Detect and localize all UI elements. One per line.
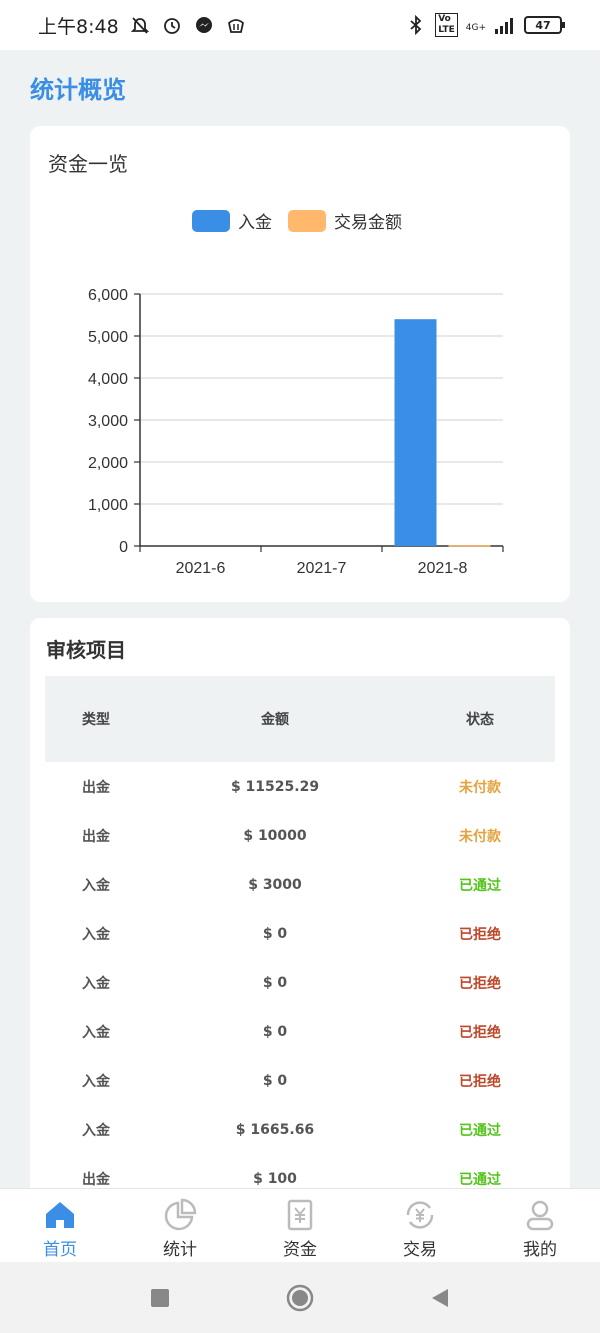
- battery-indicator: 47: [524, 16, 565, 34]
- review-items-card: 审核项目 类型 金额 状态 出金 $ 11525.29 未付款 出金 $ 10000 未付…: [30, 618, 570, 1238]
- row-type: 入金: [82, 926, 110, 943]
- row-type: 入金: [82, 877, 110, 894]
- row-status: 已通过: [459, 877, 501, 894]
- tab-home[interactable]: 首页: [0, 1189, 120, 1262]
- tab-label-profile: 我的: [523, 1240, 557, 1260]
- signal-icon: [494, 14, 516, 36]
- row-status: 未付款: [459, 779, 501, 796]
- bar-deposit[interactable]: [394, 319, 437, 546]
- table-row[interactable]: 出金 $ 11525.29 未付款: [45, 762, 555, 811]
- y-tick-label: 2,000: [88, 455, 128, 472]
- x-tick-label: 2021-8: [418, 560, 468, 577]
- row-amount: $ 0: [262, 925, 288, 942]
- table-row[interactable]: 出金 $ 10000 未付款: [45, 811, 555, 860]
- tab-label-trade: 交易: [403, 1240, 437, 1260]
- tab-label-statistics: 统计: [163, 1240, 197, 1260]
- user-icon: [526, 1200, 554, 1231]
- y-tick-label: 3,000: [88, 413, 128, 430]
- review-table: 类型 金额 状态 出金 $ 11525.29 未付款 出金 $ 10000 未付款 入金 $ …: [45, 676, 555, 1203]
- y-tick-label: 6,000: [88, 287, 128, 304]
- table-row[interactable]: 入金 $ 1665.66 已通过: [45, 1105, 555, 1154]
- page-title: 统计概览: [30, 76, 126, 104]
- home-icon: [46, 1202, 74, 1228]
- tab-funds[interactable]: 资金: [240, 1189, 360, 1262]
- back-button[interactable]: [420, 1278, 460, 1318]
- messenger-icon: [193, 14, 215, 36]
- pie-chart-icon: [164, 1198, 197, 1231]
- alarm-icon: [161, 14, 183, 36]
- table-row[interactable]: 入金 $ 0 已拒绝: [45, 958, 555, 1007]
- review-card-title: 审核项目: [46, 638, 126, 662]
- app-notification-icon: [225, 14, 247, 36]
- fund-overview-card: 资金一览 入金 交易金额 0 1,000 2,000 3,000 4,000 5,000 6…: [30, 126, 570, 602]
- exchange-yuan-icon: [406, 1201, 434, 1229]
- system-nav-bar: [0, 1262, 600, 1333]
- back-triangle-icon: [432, 1288, 448, 1307]
- row-amount: $ 1665.66: [235, 1121, 315, 1138]
- table-row[interactable]: 入金 $ 0 已拒绝: [45, 1007, 555, 1056]
- tab-profile[interactable]: 我的: [480, 1189, 600, 1262]
- row-status: 已拒绝: [459, 926, 501, 943]
- row-status: 已拒绝: [459, 1024, 501, 1041]
- header-amount: 金额: [261, 712, 289, 728]
- tab-statistics[interactable]: 统计: [120, 1189, 240, 1262]
- row-type: 出金: [82, 779, 110, 796]
- row-type: 入金: [82, 1073, 110, 1090]
- row-amount: $ 10000: [243, 827, 307, 844]
- y-tick-label: 5,000: [88, 329, 128, 346]
- row-amount: $ 11525.29: [230, 778, 320, 795]
- row-status: 未付款: [459, 828, 501, 845]
- tab-trade[interactable]: 交易: [360, 1189, 480, 1262]
- table-row[interactable]: 入金 $ 3000 已通过: [45, 860, 555, 909]
- row-type: 入金: [82, 1122, 110, 1139]
- x-tick-label: 2021-7: [297, 560, 347, 577]
- row-status: 已通过: [459, 1122, 501, 1139]
- network-type: 4G+: [465, 23, 486, 33]
- row-status: 已通过: [459, 1171, 501, 1188]
- table-row[interactable]: 入金 $ 0 已拒绝: [45, 1056, 555, 1105]
- table-body: 出金 $ 11525.29 未付款 出金 $ 10000 未付款 入金 $ 3000 已通过 入金…: [45, 762, 555, 1203]
- bar-trade-amount[interactable]: [448, 545, 491, 547]
- row-type: 入金: [82, 975, 110, 992]
- y-tick-label: 0: [119, 539, 128, 556]
- status-bar: 上午8:48 Vo LTE 4G+ 47: [0, 0, 600, 50]
- status-time: 上午8:48: [38, 15, 119, 38]
- circle-icon: [286, 1284, 314, 1311]
- tab-label-funds: 资金: [283, 1240, 317, 1260]
- home-nav-button[interactable]: [280, 1278, 320, 1318]
- row-amount: $ 100: [253, 1170, 297, 1187]
- mute-icon: [129, 14, 151, 36]
- y-tick-label: 1,000: [88, 497, 128, 514]
- row-amount: $ 0: [262, 1023, 288, 1040]
- y-tick-label: 4,000: [88, 371, 128, 388]
- recent-apps-button[interactable]: [140, 1278, 180, 1318]
- row-amount: $ 3000: [248, 876, 302, 893]
- table-header: 类型 金额 状态: [45, 676, 555, 762]
- x-tick-label: 2021-6: [176, 560, 226, 577]
- header-status: 状态: [466, 712, 494, 728]
- row-amount: $ 0: [262, 974, 288, 991]
- row-status: 已拒绝: [459, 1073, 501, 1090]
- tab-label-home: 首页: [43, 1240, 77, 1260]
- wallet-yuan-icon: [287, 1199, 313, 1231]
- header-type: 类型: [82, 712, 110, 728]
- volte-icon: Vo LTE: [435, 13, 458, 37]
- bottom-tab-bar: 首页 统计 资金 交易 我的: [0, 1188, 600, 1262]
- row-status: 已拒绝: [459, 975, 501, 992]
- fund-bar-chart: 0 1,000 2,000 3,000 4,000 5,000 6,000 2021-6 202…: [88, 287, 504, 577]
- square-icon: [151, 1288, 169, 1307]
- table-row[interactable]: 入金 $ 0 已拒绝: [45, 909, 555, 958]
- row-type: 出金: [82, 1171, 110, 1188]
- row-amount: $ 0: [262, 1072, 288, 1089]
- bluetooth-icon: [405, 14, 427, 36]
- row-type: 入金: [82, 1024, 110, 1041]
- row-type: 出金: [82, 828, 110, 845]
